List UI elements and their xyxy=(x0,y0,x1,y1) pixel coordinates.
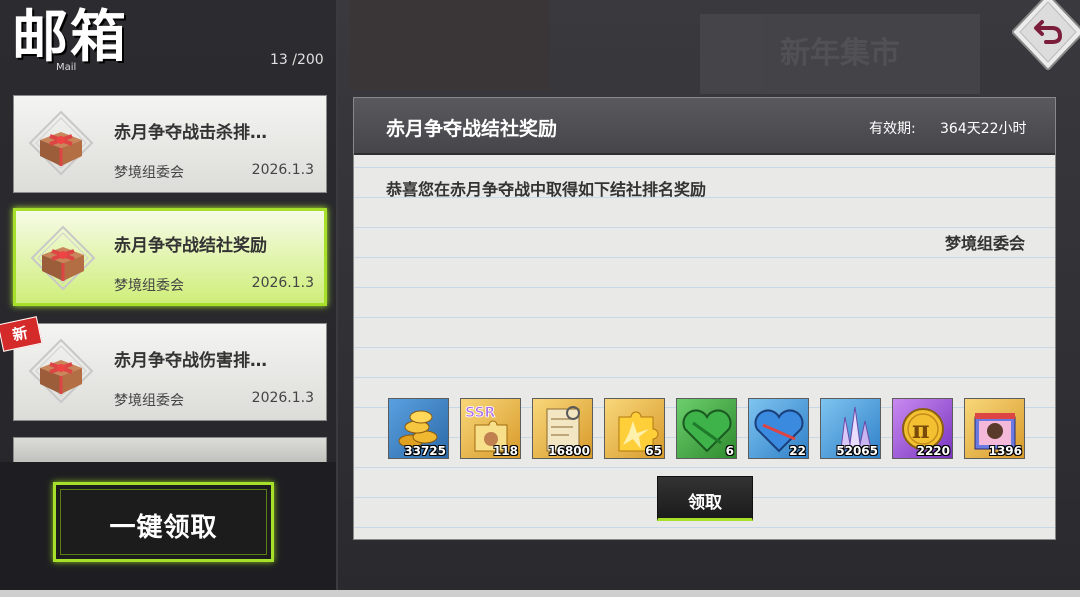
claim-label: 领取 xyxy=(688,493,722,513)
mail-sender: 梦境组委会 xyxy=(114,393,184,409)
mail-date: 2026.1.3 xyxy=(251,275,314,291)
bottom-divider xyxy=(0,590,1080,597)
reward-item[interactable]: 1396 xyxy=(964,398,1025,459)
detail-header: 赤月争夺战结社奖励 有效期: 364天22小时 xyxy=(354,98,1055,155)
mail-item-partial[interactable] xyxy=(13,437,327,462)
reward-count: 1396 xyxy=(988,444,1022,458)
mail-screen: 新年集市 邮箱 Mail 13 /200 赤月争夺战击杀排… 梦境组委会 202… xyxy=(0,0,1080,597)
mail-title: 赤月争夺战伤害排… xyxy=(114,351,267,371)
claim-button[interactable]: 领取 xyxy=(657,476,753,521)
reward-item[interactable]: 22 xyxy=(748,398,809,459)
reward-count: 22 xyxy=(789,444,806,458)
reward-item[interactable]: 52065 xyxy=(820,398,881,459)
detail-body: 恭喜您在赤月争夺战中取得如下结社排名奖励 xyxy=(386,180,707,199)
mail-sender: 梦境组委会 xyxy=(114,278,184,294)
gift-box-icon xyxy=(28,110,94,176)
claim-all-label: 一键领取 xyxy=(109,513,218,543)
background-banner: 新年集市 xyxy=(700,14,980,94)
mail-title: 赤月争夺战击杀排… xyxy=(114,123,267,143)
back-button[interactable] xyxy=(1012,0,1080,70)
mail-detail-panel: 赤月争夺战结社奖励 有效期: 364天22小时 恭喜您在赤月争夺战中取得如下结社… xyxy=(353,97,1056,540)
mail-count: 13 /200 xyxy=(270,52,324,68)
mail-item-selected[interactable]: 赤月争夺战结社奖励 梦境组委会 2026.1.3 xyxy=(13,208,327,306)
mail-sender: 梦境组委会 xyxy=(114,165,184,181)
reward-count: 2220 xyxy=(916,444,950,458)
mail-item[interactable]: 赤月争夺战击杀排… 梦境组委会 2026.1.3 xyxy=(13,95,327,193)
mail-list-panel: 邮箱 Mail 13 /200 赤月争夺战击杀排… 梦境组委会 2026.1.3… xyxy=(0,0,338,597)
svg-text:SSR: SSR xyxy=(465,405,496,421)
reward-item[interactable]: 65 xyxy=(604,398,665,459)
background-poster xyxy=(350,0,550,90)
reward-item[interactable]: 6 xyxy=(676,398,737,459)
svg-text:π: π xyxy=(912,415,930,444)
reward-count: 16800 xyxy=(548,444,590,458)
reward-item[interactable]: 16800 xyxy=(532,398,593,459)
detail-title: 赤月争夺战结社奖励 xyxy=(386,118,558,140)
reward-count: 6 xyxy=(725,444,734,458)
reward-count: 52065 xyxy=(836,444,878,458)
reward-count: 33725 xyxy=(404,444,446,458)
mail-date: 2026.1.3 xyxy=(251,390,314,406)
mail-list[interactable]: 赤月争夺战击杀排… 梦境组委会 2026.1.3 赤月争夺战结社奖励 梦境组委会… xyxy=(0,95,336,462)
reward-list: 33725 SSR 118 16800 65 6 22 52065 π 2220… xyxy=(388,398,1038,462)
validity-label: 有效期: xyxy=(869,121,916,137)
mail-title: 赤月争夺战结社奖励 xyxy=(114,236,267,256)
mail-item[interactable]: 赤月争夺战伤害排… 梦境组委会 2026.1.3 xyxy=(13,323,327,421)
gift-box-icon xyxy=(30,225,96,291)
reward-item[interactable]: π 2220 xyxy=(892,398,953,459)
validity-value: 364天22小时 xyxy=(940,121,1027,137)
reward-count: 65 xyxy=(645,444,662,458)
gift-box-icon xyxy=(28,338,94,404)
page-title: 邮箱 xyxy=(12,4,128,70)
reward-item[interactable]: SSR 118 xyxy=(460,398,521,459)
page-subtitle: Mail xyxy=(56,62,77,73)
claim-all-button[interactable]: 一键领取 xyxy=(53,482,274,562)
reward-item[interactable]: 33725 xyxy=(388,398,449,459)
reward-count: 118 xyxy=(492,444,518,458)
mail-date: 2026.1.3 xyxy=(251,162,314,178)
detail-signature: 梦境组委会 xyxy=(944,234,1025,253)
